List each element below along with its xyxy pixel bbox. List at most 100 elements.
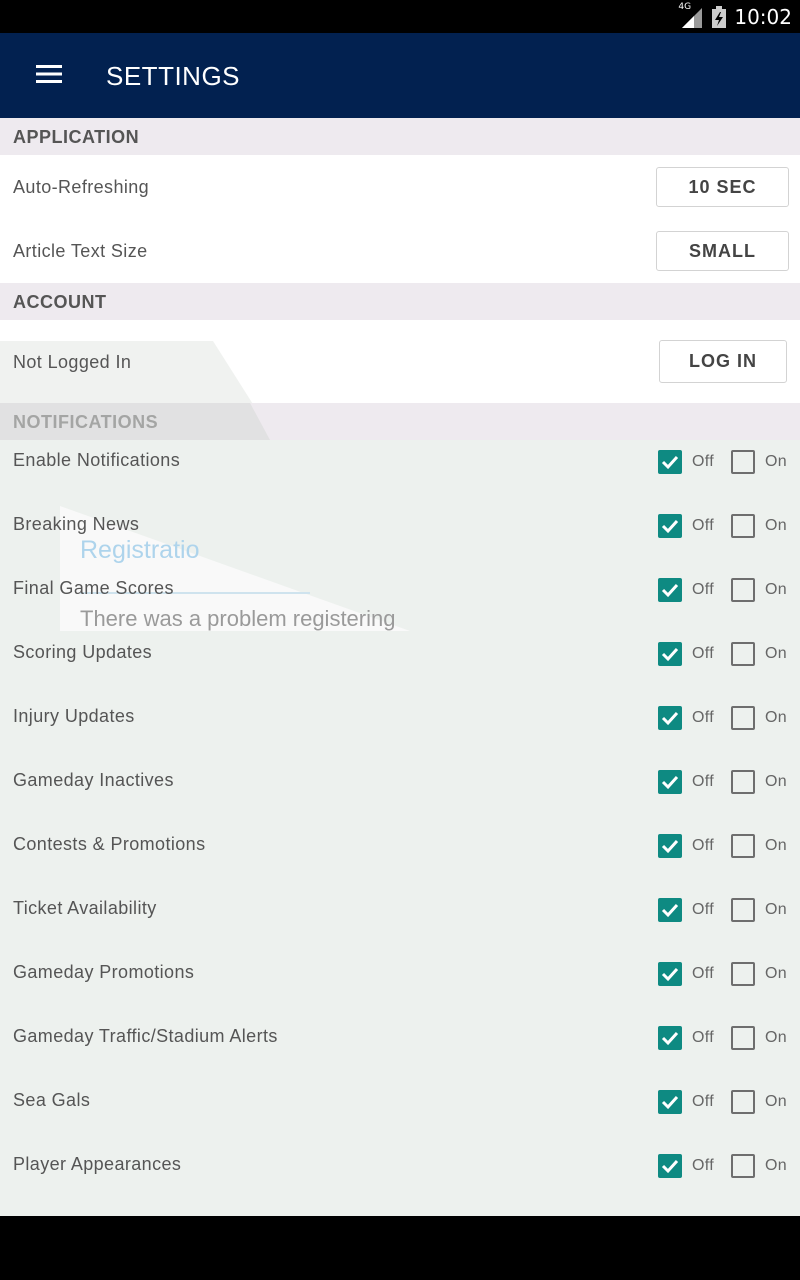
off-checkbox[interactable] <box>658 898 682 922</box>
off-checkbox[interactable] <box>658 706 682 730</box>
pref-row-auto-refreshing: Auto-Refreshing 10 SEC <box>0 155 800 219</box>
battery-icon <box>712 6 727 28</box>
pref-row-account: Not Logged In LOG IN <box>0 320 800 431</box>
on-checkbox[interactable] <box>731 1026 755 1050</box>
on-label: On <box>765 965 787 982</box>
signal-icon: 4G <box>678 2 704 28</box>
notification-label: Injury Updates <box>13 706 135 726</box>
off-label: Off <box>692 773 714 790</box>
notifications-list: Registratio There was a problem register… <box>0 440 800 1216</box>
off-checkbox[interactable] <box>658 578 682 602</box>
auto-refresh-button[interactable]: 10 SEC <box>656 167 789 207</box>
check-icon <box>661 583 679 598</box>
on-checkbox[interactable] <box>731 1154 755 1178</box>
on-label: On <box>765 1029 787 1046</box>
section-header-account: ACCOUNT <box>0 283 800 320</box>
check-icon <box>661 903 679 918</box>
pref-row-text-size: Article Text Size SMALL <box>0 219 800 283</box>
notification-label: Player Appearances <box>13 1154 182 1174</box>
off-checkbox[interactable] <box>658 514 682 538</box>
section-title: APPLICATION <box>13 127 140 147</box>
notification-row-final-game-scores: Final Game Scores Off On <box>0 568 800 632</box>
notification-row-ticket-availability: Ticket Availability Off On <box>0 888 800 952</box>
check-icon <box>661 1159 679 1174</box>
on-checkbox[interactable] <box>731 898 755 922</box>
off-label: Off <box>692 1157 714 1174</box>
off-checkbox[interactable] <box>658 770 682 794</box>
notification-row-scoring-updates: Scoring Updates Off On <box>0 632 800 696</box>
check-icon <box>661 1031 679 1046</box>
log-in-button[interactable]: LOG IN <box>659 340 787 383</box>
notification-label: Gameday Promotions <box>13 962 195 982</box>
on-label: On <box>765 1157 787 1174</box>
notification-row-gameday-traffic: Gameday Traffic/Stadium Alerts Off On <box>0 1016 800 1080</box>
off-checkbox[interactable] <box>658 1154 682 1178</box>
off-label: Off <box>692 517 714 534</box>
notification-row-contests-promotions: Contests & Promotions Off On <box>0 824 800 888</box>
section-title: ACCOUNT <box>13 292 107 312</box>
off-label: Off <box>692 1093 714 1110</box>
on-label: On <box>765 1093 787 1110</box>
on-checkbox[interactable] <box>731 450 755 474</box>
off-checkbox[interactable] <box>658 1090 682 1114</box>
check-icon <box>661 839 679 854</box>
off-checkbox[interactable] <box>658 962 682 986</box>
check-icon <box>661 519 679 534</box>
account-status: Not Logged In <box>13 352 132 372</box>
navigation-bar <box>0 1216 800 1280</box>
on-checkbox[interactable] <box>731 962 755 986</box>
on-checkbox[interactable] <box>731 706 755 730</box>
off-label: Off <box>692 837 714 854</box>
on-checkbox[interactable] <box>731 834 755 858</box>
notification-label: Ticket Availability <box>13 898 157 918</box>
notification-row-breaking-news: Breaking News Off On <box>0 504 800 568</box>
settings-content[interactable]: APPLICATION Auto-Refreshing 10 SEC Artic… <box>0 118 800 1216</box>
notification-label: Enable Notifications <box>13 450 181 470</box>
notification-label: Sea Gals <box>13 1090 91 1110</box>
off-label: Off <box>692 645 714 662</box>
on-checkbox[interactable] <box>731 642 755 666</box>
notification-label: Gameday Inactives <box>13 770 174 790</box>
text-size-button[interactable]: SMALL <box>656 231 789 271</box>
on-label: On <box>765 709 787 726</box>
check-icon <box>661 775 679 790</box>
menu-button[interactable] <box>26 55 72 97</box>
notification-label: Final Game Scores <box>13 578 174 598</box>
notification-label: Contests & Promotions <box>13 834 206 854</box>
notification-row-sea-gals: Sea Gals Off On <box>0 1080 800 1144</box>
status-time: 10:02 <box>734 5 792 29</box>
off-checkbox[interactable] <box>658 450 682 474</box>
notification-row-gameday-inactives: Gameday Inactives Off On <box>0 760 800 824</box>
off-checkbox[interactable] <box>658 1026 682 1050</box>
on-checkbox[interactable] <box>731 770 755 794</box>
pref-label: Auto-Refreshing <box>13 177 150 197</box>
off-label: Off <box>692 709 714 726</box>
on-label: On <box>765 837 787 854</box>
notification-label: Gameday Traffic/Stadium Alerts <box>13 1026 278 1046</box>
on-checkbox[interactable] <box>731 1090 755 1114</box>
network-type: 4G <box>678 2 692 12</box>
check-icon <box>661 711 679 726</box>
notification-label: Scoring Updates <box>13 642 153 662</box>
off-checkbox[interactable] <box>658 834 682 858</box>
page-title: SETTINGS <box>106 61 241 91</box>
on-label: On <box>765 517 787 534</box>
status-bar: 4G 10:02 <box>0 0 800 33</box>
off-label: Off <box>692 901 714 918</box>
off-label: Off <box>692 581 714 598</box>
off-checkbox[interactable] <box>658 642 682 666</box>
notification-row-injury-updates: Injury Updates Off On <box>0 696 800 760</box>
on-checkbox[interactable] <box>731 514 755 538</box>
on-label: On <box>765 901 787 918</box>
notification-label: Breaking News <box>13 514 140 534</box>
off-label: Off <box>692 453 714 470</box>
on-checkbox[interactable] <box>731 578 755 602</box>
on-label: On <box>765 581 787 598</box>
check-icon <box>661 647 679 662</box>
pref-label: Article Text Size <box>13 241 148 261</box>
check-icon <box>661 967 679 982</box>
check-icon <box>661 455 679 470</box>
on-label: On <box>765 645 787 662</box>
section-title: NOTIFICATIONS <box>13 412 159 432</box>
off-label: Off <box>692 965 714 982</box>
